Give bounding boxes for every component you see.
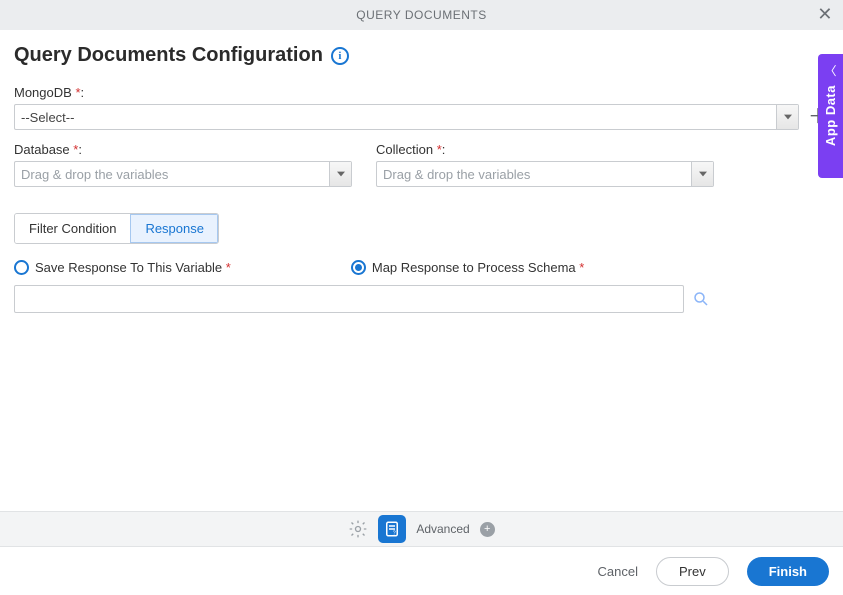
app-data-side-tab[interactable]: 〈 App Data (818, 54, 843, 178)
page-title: Query Documents Configuration (14, 44, 323, 67)
cancel-button[interactable]: Cancel (598, 564, 638, 579)
chevron-down-icon[interactable] (776, 105, 798, 129)
schema-row (14, 285, 829, 313)
advanced-label: Advanced (416, 522, 469, 536)
tab-filter-condition[interactable]: Filter Condition (15, 214, 130, 243)
finish-button[interactable]: Finish (747, 557, 829, 586)
app-data-label: App Data (823, 85, 838, 146)
dialog-title: QUERY DOCUMENTS (356, 8, 486, 22)
schema-input[interactable] (14, 285, 684, 313)
db-collection-row: Database *: Drag & drop the variables Co… (14, 142, 829, 199)
document-icon[interactable]: ? (378, 515, 406, 543)
radio-map-response[interactable]: Map Response to Process Schema * (351, 260, 584, 275)
radio-save-response[interactable]: Save Response To This Variable * (14, 260, 231, 275)
advanced-plus-icon[interactable]: + (480, 522, 495, 537)
database-field: Database *: Drag & drop the variables (14, 142, 352, 187)
svg-text:?: ? (393, 530, 396, 536)
radio-save-response-label: Save Response To This Variable * (35, 260, 231, 275)
dialog-header: QUERY DOCUMENTS ✕ (0, 0, 843, 30)
search-icon[interactable] (692, 290, 710, 308)
chevron-down-icon[interactable] (329, 162, 351, 186)
collection-field: Collection *: Drag & drop the variables (376, 142, 714, 187)
radio-icon (351, 260, 366, 275)
radio-icon (14, 260, 29, 275)
required-mark: * (579, 260, 584, 275)
mongodb-select-value: --Select-- (15, 105, 776, 129)
database-placeholder: Drag & drop the variables (15, 162, 329, 186)
database-input[interactable]: Drag & drop the variables (14, 161, 352, 187)
dialog-content: Query Documents Configuration i MongoDB … (0, 30, 843, 313)
collection-placeholder: Drag & drop the variables (377, 162, 691, 186)
required-mark: * (226, 260, 231, 275)
mongodb-label: MongoDB *: (14, 85, 829, 100)
chevron-left-icon: 〈 (824, 62, 836, 79)
tab-response[interactable]: Response (130, 214, 218, 243)
action-row: Cancel Prev Finish (0, 547, 843, 595)
mongodb-select[interactable]: --Select-- (14, 104, 799, 130)
prev-button[interactable]: Prev (656, 557, 729, 586)
database-label: Database *: (14, 142, 352, 157)
mongodb-field: MongoDB *: --Select-- ＋ (14, 85, 829, 130)
title-row: Query Documents Configuration i (14, 44, 829, 67)
collection-input[interactable]: Drag & drop the variables (376, 161, 714, 187)
footer-bar: ? Advanced + (0, 511, 843, 547)
close-icon[interactable]: ✕ (817, 4, 833, 25)
radio-map-response-label: Map Response to Process Schema * (372, 260, 584, 275)
chevron-down-icon[interactable] (691, 162, 713, 186)
collection-label: Collection *: (376, 142, 714, 157)
response-radio-row: Save Response To This Variable * Map Res… (14, 260, 829, 275)
gear-icon[interactable] (348, 519, 368, 539)
tab-group: Filter Condition Response (14, 213, 219, 244)
info-icon[interactable]: i (331, 47, 349, 65)
